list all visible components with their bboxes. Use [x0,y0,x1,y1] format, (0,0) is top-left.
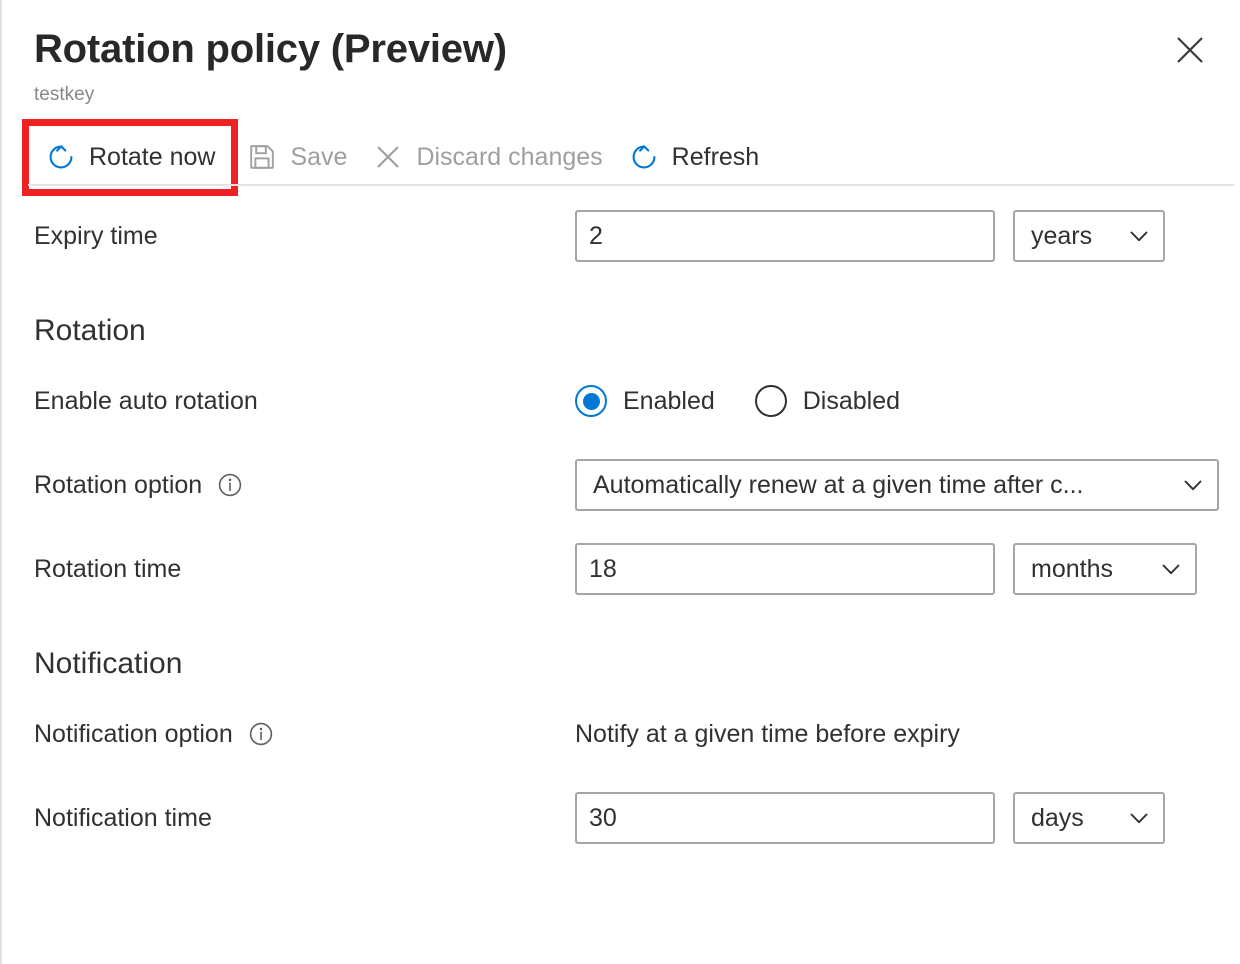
rotation-time-row: Rotation time months [34,543,1216,595]
rotation-time-label: Rotation time [34,553,575,585]
rotation-time-controls: months [575,543,1216,595]
notification-time-unit-value: days [1031,804,1084,833]
chevron-down-icon [1181,473,1205,497]
rotation-time-unit-dropdown[interactable]: months [1013,543,1197,595]
notification-option-row: Notification option Notify at a given ti… [34,715,1216,753]
rotation-policy-form: Expiry time years Rotation Enable auto r… [2,210,1240,844]
expiry-time-controls: years [575,210,1216,262]
notification-option-value: Notify at a given time before expiry [575,718,960,750]
expiry-time-label: Expiry time [34,220,575,252]
enable-auto-rotation-row: Enable auto rotation Enabled Disabled [34,382,1216,420]
radio-option-disabled[interactable]: Disabled [755,385,900,417]
save-button[interactable]: Save [235,135,361,179]
enable-auto-rotation-radio-group: Enabled Disabled [575,385,900,417]
info-icon[interactable] [247,720,275,748]
chevron-down-icon [1127,806,1151,830]
info-icon[interactable] [216,471,244,499]
notification-time-label: Notification time [34,802,575,834]
rotate-now-label: Rotate now [89,145,215,170]
rotation-option-dropdown[interactable]: Automatically renew at a given time afte… [575,459,1219,511]
refresh-button[interactable]: Refresh [617,135,774,179]
radio-option-enabled[interactable]: Enabled [575,385,715,417]
rotation-section-title: Rotation [34,312,146,350]
discard-changes-label: Discard changes [416,145,602,170]
save-disk-icon [247,142,277,172]
rotate-now-highlight: Rotate now [34,135,229,179]
refresh-label: Refresh [672,145,760,170]
notification-section-title: Notification [34,645,182,683]
rotation-section-heading-row: Rotation [34,312,1216,350]
expiry-time-row: Expiry time years [34,210,1216,262]
enable-auto-rotation-controls: Enabled Disabled [575,385,1216,417]
page-title: Rotation policy (Preview) [34,22,1210,76]
save-label: Save [290,145,347,170]
chevron-down-icon [1127,224,1151,248]
notification-option-label: Notification option [34,718,233,750]
enable-auto-rotation-label: Enable auto rotation [34,385,575,417]
rotation-option-value: Automatically renew at a given time afte… [593,471,1084,500]
notification-time-controls: days [575,792,1216,844]
refresh-icon [629,142,659,172]
rotation-policy-blade: Rotation policy (Preview) testkey [0,0,1240,964]
rotation-option-controls: Automatically renew at a given time afte… [575,459,1219,511]
rotate-now-button[interactable]: Rotate now [34,135,229,179]
rotation-option-row: Rotation option Automatically renew at a… [34,459,1216,511]
rotation-option-label-wrap: Rotation option [34,469,575,501]
rotation-option-label: Rotation option [34,469,202,501]
discard-x-icon [373,142,403,172]
rotation-time-input[interactable] [575,543,995,595]
radio-mark-enabled [575,385,607,417]
blade-header: Rotation policy (Preview) testkey [2,0,1240,108]
page-subtitle: testkey [34,82,1210,108]
radio-mark-disabled [755,385,787,417]
discard-changes-button[interactable]: Discard changes [361,135,616,179]
expiry-time-unit-value: years [1031,222,1092,251]
notification-section-heading-row: Notification [34,645,1216,683]
notification-option-label-wrap: Notification option [34,718,575,750]
radio-label-enabled: Enabled [623,385,715,417]
close-button[interactable] [1168,28,1212,72]
radio-label-disabled: Disabled [803,385,900,417]
rotation-time-unit-value: months [1031,555,1113,584]
expiry-time-input[interactable] [575,210,995,262]
notification-time-unit-dropdown[interactable]: days [1013,792,1165,844]
rotate-icon [46,142,76,172]
notification-time-row: Notification time days [34,792,1216,844]
notification-time-input[interactable] [575,792,995,844]
expiry-time-unit-dropdown[interactable]: years [1013,210,1165,262]
command-bar: Rotate now Save Discard changes [2,130,1240,184]
notification-option-controls: Notify at a given time before expiry [575,718,1216,750]
close-icon [1173,33,1207,67]
chevron-down-icon [1159,557,1183,581]
